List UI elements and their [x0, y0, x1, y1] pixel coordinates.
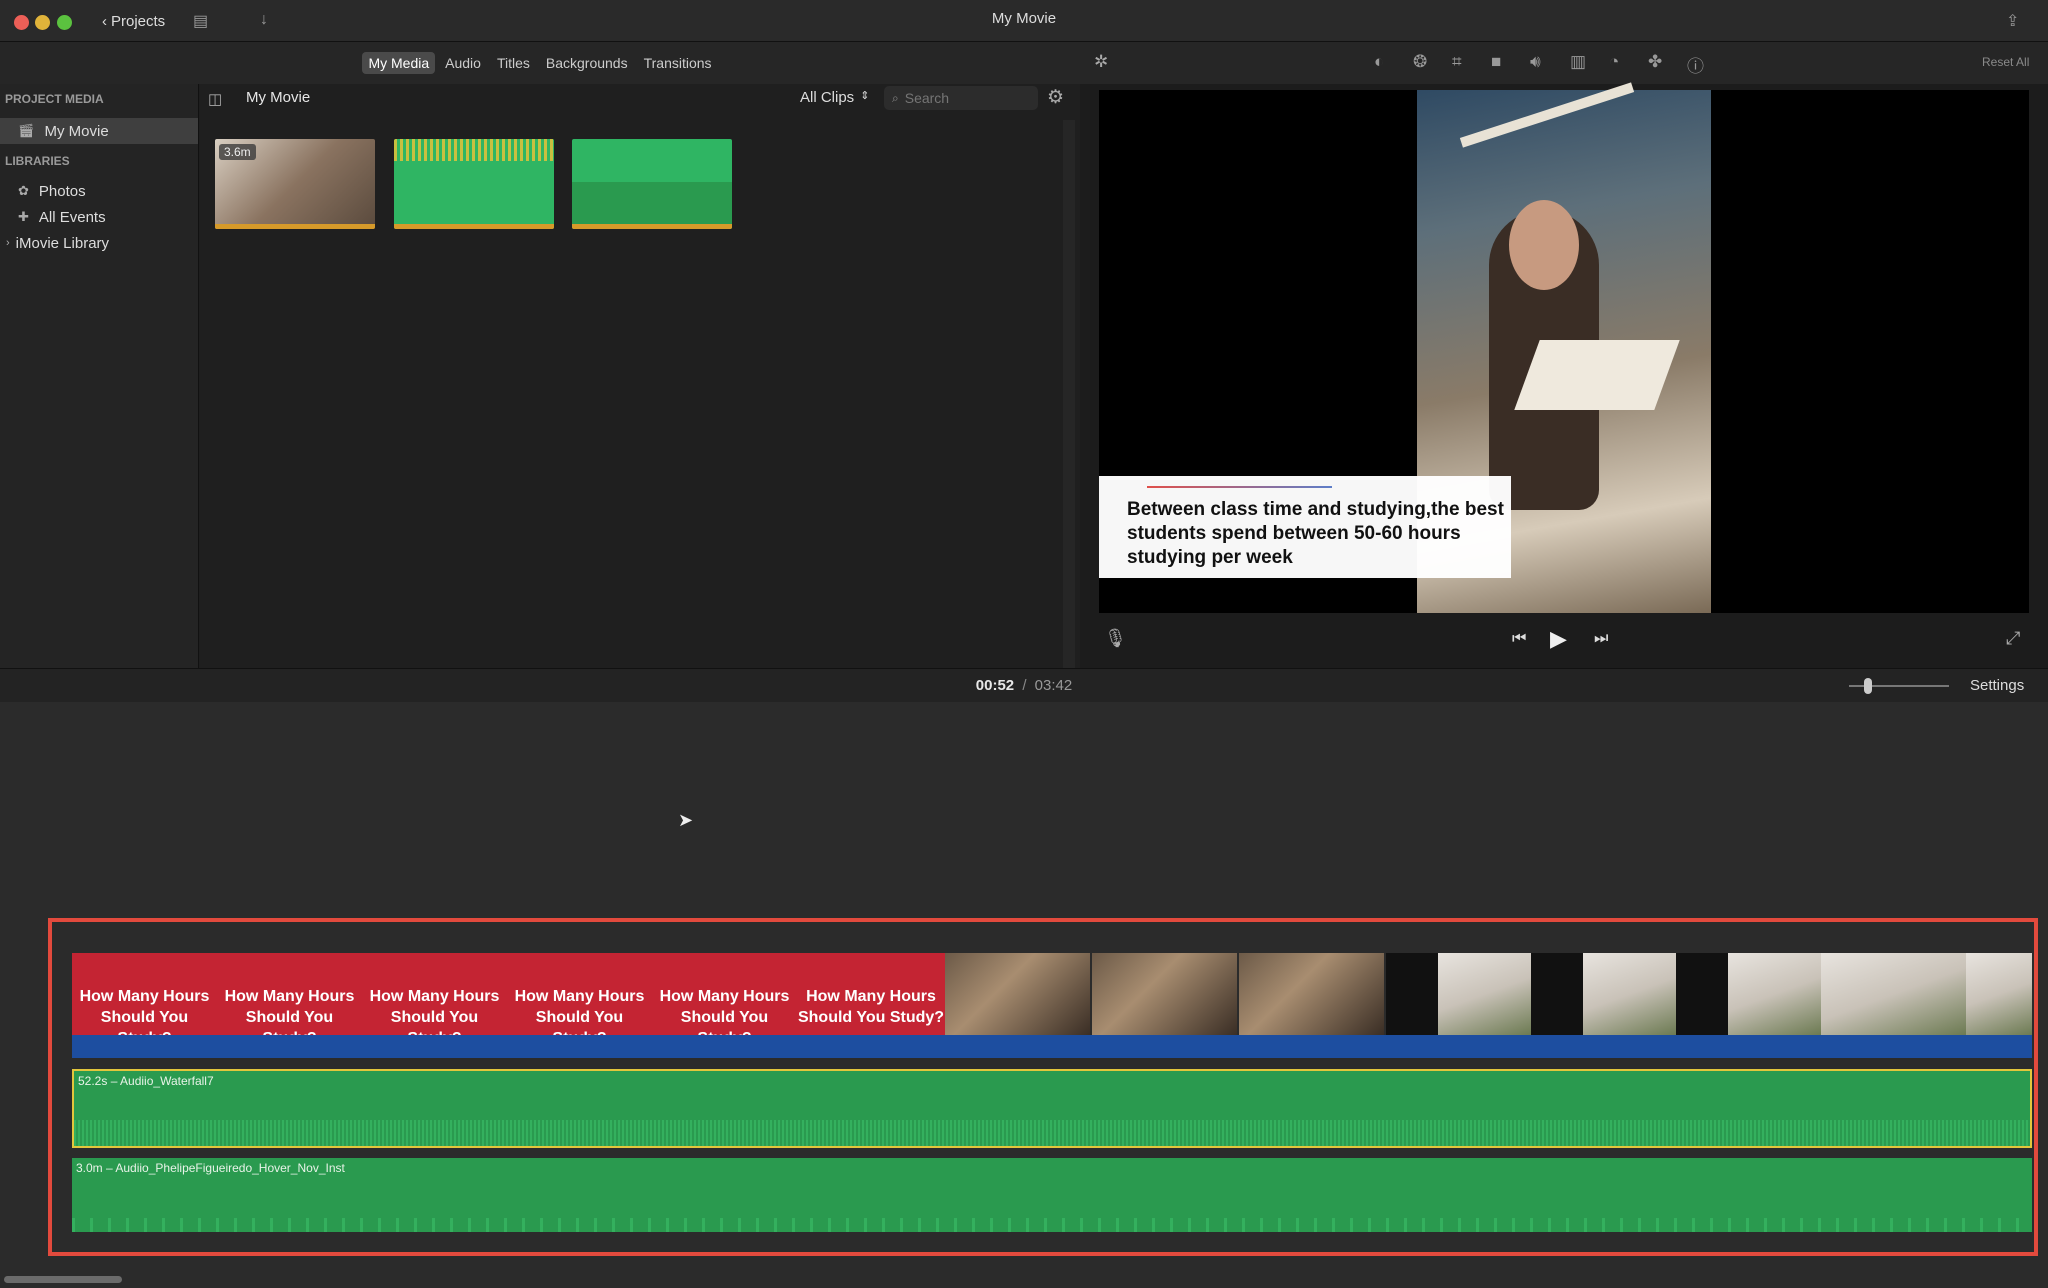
reset-all-button[interactable]: Reset All	[1982, 55, 2029, 69]
time-separator: /	[1022, 677, 1027, 694]
zoom-window-button[interactable]	[57, 15, 72, 30]
search-field[interactable]: ⌕	[884, 86, 1038, 110]
sidebar-item-label: iMovie Library	[15, 234, 110, 252]
crop-icon[interactable]: ⌗	[1452, 52, 1462, 72]
clips-filter-value: All Clips	[800, 89, 855, 106]
minimize-window-button[interactable]	[35, 15, 50, 30]
share-icon[interactable]: ⇪	[2006, 11, 2019, 31]
search-icon: ⌕	[892, 90, 899, 105]
clip-filter-icon[interactable]: ✤	[1648, 52, 1662, 72]
tab-transitions[interactable]: Transitions	[638, 52, 718, 74]
import-arrow-icon[interactable]: ↓	[260, 11, 268, 29]
sidebar-item-label: All Events	[38, 208, 106, 226]
media-title: My Movie	[246, 89, 311, 106]
settings-button[interactable]: Settings	[1970, 677, 2024, 694]
star-box-icon: ✚	[18, 209, 29, 224]
audio-waveform	[394, 139, 554, 161]
updown-chevron-icon: ⇕	[860, 90, 870, 102]
sidebar-item-label: My Movie	[44, 122, 109, 140]
stabilization-icon[interactable]: ■	[1491, 52, 1501, 72]
viewer-screen: Between class time and studying,the best…	[1099, 82, 2029, 613]
project-media-header: PROJECT MEDIA	[5, 92, 104, 106]
color-balance-icon[interactable]: ◐	[1374, 52, 1384, 72]
lamp-shape	[1459, 82, 1635, 148]
info-icon[interactable]: ⓘ	[1687, 52, 1704, 77]
speed-icon[interactable]: ◔	[1609, 52, 1619, 72]
sidebar-item-imovie-library[interactable]: › iMovie Library	[0, 230, 198, 256]
selection-highlight	[48, 918, 2038, 1256]
media-clip-audio[interactable]	[394, 139, 554, 229]
zoom-slider-handle[interactable]	[1864, 678, 1872, 694]
tab-backgrounds[interactable]: Backgrounds	[540, 52, 634, 74]
disclosure-triangle-icon[interactable]: ›	[6, 237, 10, 249]
color-correction-icon[interactable]: ❂	[1413, 52, 1427, 72]
libraries-header: LIBRARIES	[5, 154, 70, 168]
media-clip-video[interactable]: 3.6m	[215, 139, 375, 229]
browser-tabs: My Media Audio Titles Backgrounds Transi…	[0, 42, 1080, 84]
caption-text: Between class time and studying,the best…	[1127, 499, 1504, 568]
face-shape	[1509, 200, 1579, 290]
clips-filter-dropdown[interactable]: All Clips ⇕	[800, 89, 869, 106]
play-button[interactable]: ▶	[1550, 626, 1567, 652]
caption-box: Between class time and studying,the best…	[1099, 476, 1511, 578]
tab-audio[interactable]: Audio	[439, 52, 487, 74]
tab-titles[interactable]: Titles	[491, 52, 536, 74]
chevron-left-icon: ‹	[102, 12, 107, 30]
microphone-icon[interactable]: 🎙︎	[1104, 628, 1127, 649]
viewer-toolbar: ✲ ◐ ❂ ⌗ ■ 🔊︎ ▥ ◔ ✤ ⓘ Reset All	[1080, 42, 2048, 84]
magic-wand-icon[interactable]: ✲	[1094, 52, 1108, 72]
zoom-slider[interactable]	[1849, 678, 1949, 694]
caption-accent-line	[1147, 486, 1332, 488]
media-scrollbar[interactable]	[1063, 120, 1075, 668]
volume-icon[interactable]: 🔊︎	[1530, 52, 1541, 72]
gear-icon[interactable]: ⚙	[1047, 86, 1064, 109]
current-time: 00:52	[975, 677, 1015, 694]
mouse-pointer-icon: ➤	[678, 810, 694, 830]
media-browser-toggle-icon[interactable]: ▤	[193, 11, 208, 31]
equalizer-icon[interactable]: ▥	[1570, 52, 1586, 72]
horizontal-scrollbar[interactable]	[4, 1276, 122, 1283]
sidebar-toggle-icon[interactable]: ◫	[208, 90, 222, 108]
timecode-bar: 00:52 / 03:42 Settings	[0, 668, 2048, 702]
photos-icon: ✿	[18, 183, 29, 198]
libraries-sidebar: PROJECT MEDIA 🎬︎ My Movie LIBRARIES ✿ Ph…	[0, 84, 199, 668]
projects-label: Projects	[111, 12, 166, 30]
tab-my-media[interactable]: My Media	[362, 52, 436, 74]
total-time: 03:42	[1034, 677, 1073, 694]
clapper-icon: 🎬︎	[18, 123, 35, 138]
book-shape	[1514, 340, 1680, 410]
search-input[interactable]	[904, 90, 1023, 106]
close-window-button[interactable]	[14, 15, 29, 30]
skip-back-icon[interactable]: ⏮︎	[1512, 630, 1526, 648]
media-clip-audio[interactable]	[572, 139, 732, 229]
title-bar: ‹ Projects ▤ ↓ My Movie ⇪	[0, 0, 2048, 42]
sidebar-item-my-movie[interactable]: 🎬︎ My Movie	[0, 118, 198, 144]
sidebar-item-photos[interactable]: ✿ Photos	[0, 178, 198, 204]
timecode-display: 00:52 / 03:42	[0, 677, 2048, 694]
clip-duration-badge: 3.6m	[219, 144, 256, 160]
window-title: My Movie	[991, 10, 1057, 27]
sidebar-item-label: Photos	[38, 182, 86, 200]
projects-button[interactable]: ‹ Projects	[92, 9, 175, 33]
fullscreen-icon[interactable]: ⤢	[2006, 628, 2020, 649]
sidebar-item-all-events[interactable]: ✚ All Events	[0, 204, 198, 230]
skip-forward-icon[interactable]: ⏭︎	[1594, 630, 1608, 648]
audio-waveform	[572, 182, 732, 224]
